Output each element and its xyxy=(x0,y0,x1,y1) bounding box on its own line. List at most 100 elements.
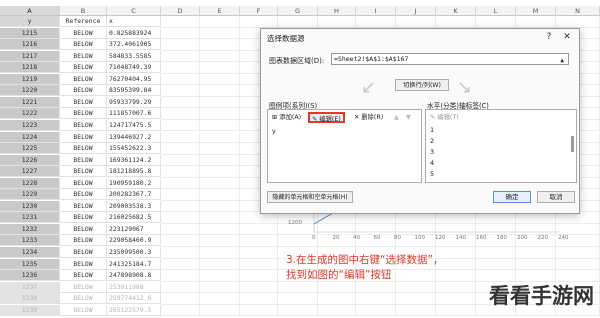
cell-b[interactable]: BELOW xyxy=(60,143,107,155)
empty-cell[interactable] xyxy=(278,293,318,305)
empty-cell[interactable] xyxy=(556,16,600,28)
empty-cell[interactable] xyxy=(200,177,240,190)
empty-cell[interactable] xyxy=(556,258,600,271)
column-header-e[interactable]: E xyxy=(200,6,240,16)
cell-a[interactable]: 1239 xyxy=(0,304,60,316)
empty-cell[interactable] xyxy=(200,258,240,271)
cell-a[interactable]: 1223 xyxy=(0,119,60,131)
delete-series-button[interactable]: ✕ 删除(R) xyxy=(352,112,385,123)
empty-cell[interactable] xyxy=(200,96,240,109)
empty-cell[interactable] xyxy=(200,235,240,247)
empty-cell[interactable] xyxy=(240,16,278,28)
cell-b[interactable]: BELOW xyxy=(60,223,107,235)
empty-cell[interactable] xyxy=(161,281,200,294)
cell-b[interactable]: BELOW xyxy=(60,73,107,85)
cell-b[interactable]: BELOW xyxy=(60,270,107,282)
empty-cell[interactable] xyxy=(240,281,278,294)
cell-c[interactable]: 169361124.2 xyxy=(107,154,161,166)
empty-cell[interactable] xyxy=(318,304,356,317)
empty-cell[interactable] xyxy=(161,85,200,97)
cell-c[interactable]: 253911988 xyxy=(107,281,161,293)
cell-b[interactable]: BELOW xyxy=(60,247,107,258)
empty-cell[interactable] xyxy=(161,166,200,178)
header-cell-a[interactable]: y xyxy=(0,16,60,27)
empty-cell[interactable] xyxy=(240,223,278,236)
column-header-g[interactable]: G xyxy=(278,6,318,16)
cell-c[interactable]: 181218895.8 xyxy=(107,166,161,178)
empty-cell[interactable] xyxy=(318,16,356,28)
cell-b[interactable]: BELOW xyxy=(60,304,107,316)
empty-cell[interactable] xyxy=(436,293,476,305)
cell-c[interactable]: 139446927.2 xyxy=(107,131,161,143)
empty-cell[interactable] xyxy=(278,16,318,28)
cell-a[interactable]: 1220 xyxy=(0,85,60,97)
empty-cell[interactable] xyxy=(161,73,200,86)
column-header-a[interactable]: A xyxy=(0,6,60,16)
empty-cell[interactable] xyxy=(161,189,200,201)
cell-c[interactable]: 95933799.29 xyxy=(107,96,161,108)
cell-b[interactable]: BELOW xyxy=(60,50,107,62)
empty-cell[interactable] xyxy=(200,281,240,294)
empty-cell[interactable] xyxy=(356,16,396,28)
cell-c[interactable]: 76270404.95 xyxy=(107,73,161,85)
empty-cell[interactable] xyxy=(161,50,200,63)
empty-cell[interactable] xyxy=(318,281,356,294)
cell-c[interactable]: 71048749.39 xyxy=(107,62,161,74)
empty-cell[interactable] xyxy=(161,39,200,51)
cell-b[interactable]: BELOW xyxy=(60,166,107,178)
cell-a[interactable]: 1227 xyxy=(0,166,60,178)
empty-cell[interactable] xyxy=(436,16,476,28)
cell-a[interactable]: 1231 xyxy=(0,212,60,224)
empty-cell[interactable] xyxy=(200,62,240,74)
cell-a[interactable]: 1225 xyxy=(0,143,60,155)
empty-cell[interactable] xyxy=(200,154,240,167)
cell-c[interactable]: 209003538.3 xyxy=(107,200,161,212)
empty-cell[interactable] xyxy=(240,212,278,224)
empty-cell[interactable] xyxy=(161,212,200,224)
empty-cell[interactable] xyxy=(356,281,396,294)
cell-b[interactable]: BELOW xyxy=(60,235,107,247)
empty-cell[interactable] xyxy=(161,131,200,144)
move-up-icon[interactable]: ▲ xyxy=(392,112,401,123)
column-header-m[interactable]: M xyxy=(516,6,556,16)
cell-b[interactable]: BELOW xyxy=(60,189,107,201)
axis-list-item[interactable]: 2 xyxy=(430,137,434,145)
empty-cell[interactable] xyxy=(200,131,240,144)
cell-c[interactable]: 223129067 xyxy=(107,223,161,235)
empty-cell[interactable] xyxy=(476,16,516,28)
cell-c[interactable]: 247898908.8 xyxy=(107,270,161,282)
empty-cell[interactable] xyxy=(200,166,240,178)
empty-cell[interactable] xyxy=(200,200,240,213)
cell-a[interactable]: 1228 xyxy=(0,177,60,189)
header-cell-c[interactable]: x xyxy=(107,16,161,27)
cell-b[interactable]: BELOW xyxy=(60,293,107,305)
column-header-f[interactable]: F xyxy=(240,6,278,16)
ok-button[interactable]: 确定 xyxy=(493,191,531,203)
cell-c[interactable]: 229058460.9 xyxy=(107,235,161,247)
add-series-button[interactable]: ⊞ 添加(A) xyxy=(270,112,303,123)
empty-cell[interactable] xyxy=(356,293,396,305)
empty-cell[interactable] xyxy=(240,258,278,271)
column-header-b[interactable]: B xyxy=(60,6,107,16)
empty-cell[interactable] xyxy=(200,85,240,97)
empty-cell[interactable] xyxy=(200,119,240,132)
cell-a[interactable]: 1235 xyxy=(0,258,60,270)
empty-cell[interactable] xyxy=(200,73,240,86)
cell-b[interactable]: BELOW xyxy=(60,177,107,189)
empty-cell[interactable] xyxy=(318,293,356,305)
empty-cell[interactable] xyxy=(200,143,240,155)
data-range-input[interactable]: =Sheet2!$A$1:$A$167 ▲ xyxy=(331,53,569,65)
cell-a[interactable]: 1237 xyxy=(0,281,60,293)
axis-list-item[interactable]: 1 xyxy=(430,126,434,134)
cell-c[interactable]: 216025682.5 xyxy=(107,212,161,224)
cell-b[interactable]: BELOW xyxy=(60,200,107,212)
cell-c[interactable]: 241325184.7 xyxy=(107,258,161,270)
cell-a[interactable]: 1224 xyxy=(0,131,60,143)
empty-cell[interactable] xyxy=(200,212,240,224)
cell-b[interactable]: BELOW xyxy=(60,62,107,74)
cell-b[interactable]: BELOW xyxy=(60,281,107,293)
empty-cell[interactable] xyxy=(161,96,200,109)
empty-cell[interactable] xyxy=(200,223,240,236)
empty-cell[interactable] xyxy=(161,270,200,282)
empty-cell[interactable] xyxy=(200,39,240,51)
